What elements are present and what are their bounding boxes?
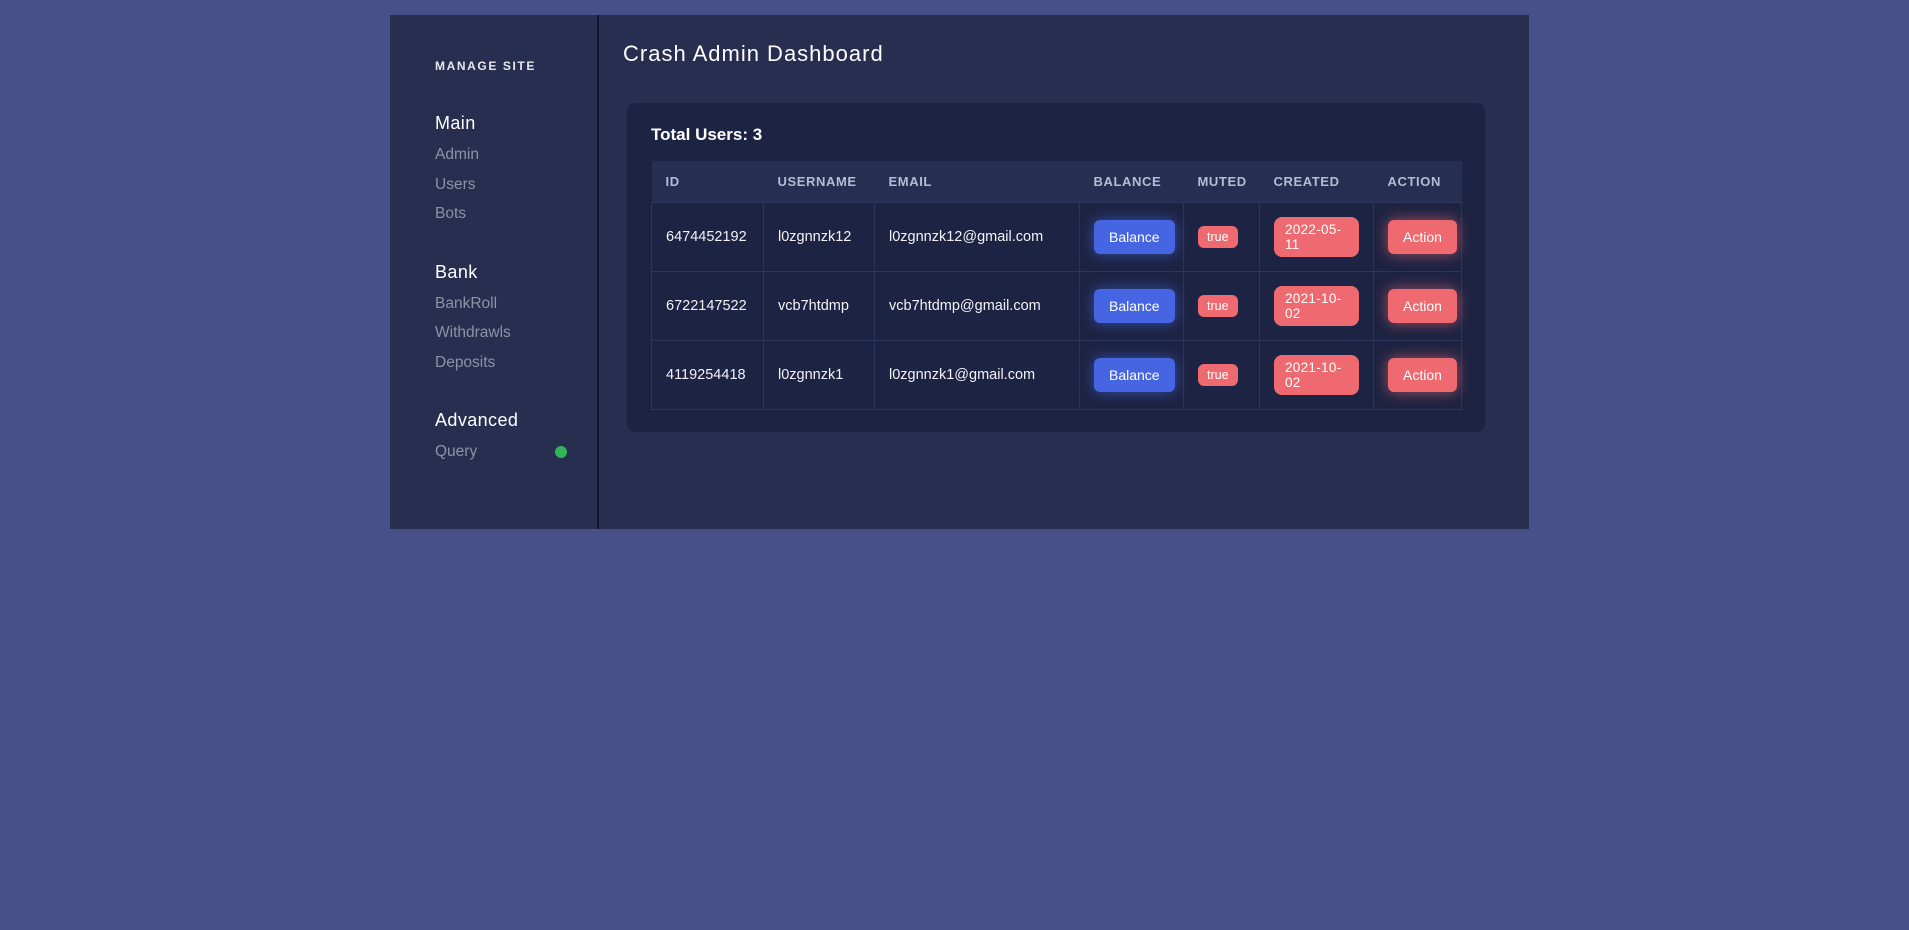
sidebar-item-label: Deposits [435,355,495,371]
total-users-summary: Total Users: 3 [651,125,1461,145]
table-row: 4119254418 l0zgnnzk1 l0zgnnzk1@gmail.com… [652,341,1462,410]
balance-button[interactable]: Balance [1094,220,1175,254]
sidebar-item-query[interactable]: Query [435,444,567,460]
muted-badge: true [1198,364,1238,386]
email-cell: vcb7htdmp@gmail.com [875,272,1080,341]
created-date-badge: 2021-10-02 [1274,355,1359,395]
table-row: 6722147522 vcb7htdmp vcb7htdmp@gmail.com… [652,272,1462,341]
table-header-row: ID USERNAME EMAIL BALANCE MUTED CREATED … [652,161,1462,203]
sidebar-item-label: BankRoll [435,296,497,312]
column-header-balance: BALANCE [1080,161,1184,203]
action-button[interactable]: Action [1388,289,1457,323]
sidebar-item-label: Withdrawls [435,325,511,341]
user-id-cell: 4119254418 [652,341,764,410]
column-header-created: CREATED [1260,161,1374,203]
email-cell: l0zgnnzk1@gmail.com [875,341,1080,410]
action-button[interactable]: Action [1388,358,1457,392]
sidebar-section-main: Main Admin Users Bots [435,114,567,222]
balance-button[interactable]: Balance [1094,358,1175,392]
sidebar-item-label: Users [435,177,475,193]
sidebar: MANAGE SITE Main Admin Users Bots Bank B… [390,15,599,529]
sidebar-item-label: Query [435,444,477,460]
username-cell: l0zgnnzk1 [764,341,875,410]
sidebar-item-bankroll[interactable]: BankRoll [435,296,567,312]
sidebar-section-bank: Bank BankRoll Withdrawls Deposits [435,263,567,371]
created-cell: 2021-10-02 [1260,341,1374,410]
sidebar-brand: MANAGE SITE [435,59,567,73]
balance-cell: Balance [1080,203,1184,272]
created-cell: 2021-10-02 [1260,272,1374,341]
sidebar-heading-main: Main [435,114,567,132]
sidebar-item-admin[interactable]: Admin [435,147,567,163]
sidebar-item-label: Bots [435,206,466,222]
sidebar-heading-advanced: Advanced [435,411,567,429]
main-content: Crash Admin Dashboard Total Users: 3 ID … [599,15,1529,529]
balance-cell: Balance [1080,341,1184,410]
sidebar-heading-bank: Bank [435,263,567,281]
sidebar-item-bots[interactable]: Bots [435,206,567,222]
balance-button[interactable]: Balance [1094,289,1175,323]
column-header-muted: MUTED [1184,161,1260,203]
online-status-dot-icon [555,446,567,458]
table-row: 6474452192 l0zgnnzk12 l0zgnnzk12@gmail.c… [652,203,1462,272]
created-date-badge: 2021-10-02 [1274,286,1359,326]
muted-badge: true [1198,226,1238,248]
sidebar-item-users[interactable]: Users [435,177,567,193]
created-cell: 2022-05-11 [1260,203,1374,272]
muted-badge: true [1198,295,1238,317]
users-card: Total Users: 3 ID USERNAME EMAIL BALANCE… [627,103,1485,432]
sidebar-item-withdrawls[interactable]: Withdrawls [435,325,567,341]
action-cell: Action [1374,272,1462,341]
balance-cell: Balance [1080,272,1184,341]
sidebar-item-label: Admin [435,147,479,163]
action-cell: Action [1374,203,1462,272]
user-id-cell: 6474452192 [652,203,764,272]
page-title: Crash Admin Dashboard [623,43,1529,65]
user-id-cell: 6722147522 [652,272,764,341]
column-header-username: USERNAME [764,161,875,203]
column-header-id: ID [652,161,764,203]
column-header-email: EMAIL [875,161,1080,203]
app-window: MANAGE SITE Main Admin Users Bots Bank B… [390,15,1529,529]
sidebar-item-deposits[interactable]: Deposits [435,355,567,371]
muted-cell: true [1184,203,1260,272]
action-cell: Action [1374,341,1462,410]
username-cell: l0zgnnzk12 [764,203,875,272]
action-button[interactable]: Action [1388,220,1457,254]
created-date-badge: 2022-05-11 [1274,217,1359,257]
sidebar-section-advanced: Advanced Query [435,411,567,460]
muted-cell: true [1184,272,1260,341]
username-cell: vcb7htdmp [764,272,875,341]
email-cell: l0zgnnzk12@gmail.com [875,203,1080,272]
column-header-action: ACTION [1374,161,1462,203]
muted-cell: true [1184,341,1260,410]
users-table: ID USERNAME EMAIL BALANCE MUTED CREATED … [651,161,1462,410]
